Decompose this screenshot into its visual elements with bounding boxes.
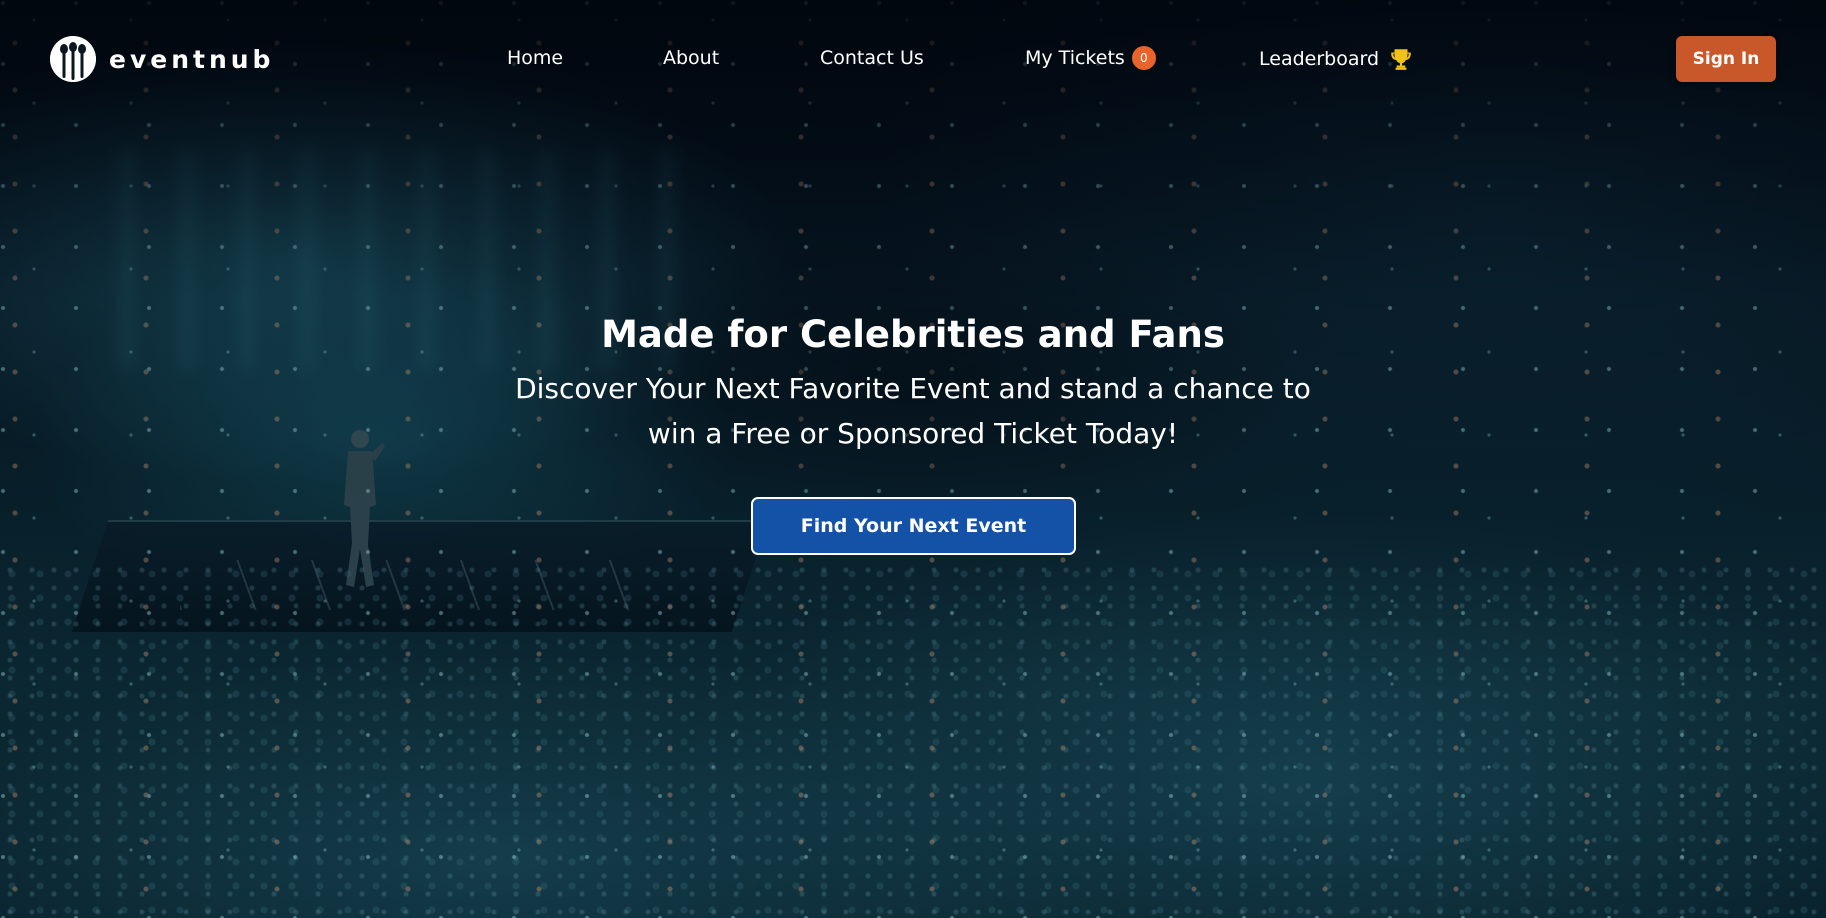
tickets-count-badge: 0 <box>1131 46 1156 70</box>
hero-title: Made for Celebrities and Fans <box>601 313 1225 356</box>
nav-my-tickets-link[interactable]: My Tickets 0 <box>1025 46 1156 70</box>
sign-in-button[interactable]: Sign In <box>1676 36 1776 82</box>
brand-name: eventnub <box>109 44 275 74</box>
hero-background-image <box>0 0 1826 918</box>
find-next-event-button[interactable]: Find Your Next Event <box>751 497 1076 555</box>
brand-logo-link[interactable]: eventnub <box>50 36 274 82</box>
nav-leaderboard-label: Leaderboard <box>1259 48 1380 70</box>
landing-page: eventnub Home About Contact Us My Ticket… <box>0 0 1826 918</box>
hero-subtitle: Discover Your Next Favorite Event and st… <box>515 372 1311 450</box>
top-navigation: eventnub Home About Contact Us My Ticket… <box>0 0 1826 118</box>
nav-my-tickets-label: My Tickets <box>1025 47 1125 69</box>
nav-leaderboard-link[interactable]: Leaderboard <box>1259 46 1414 72</box>
microphones-logo-icon <box>50 36 96 82</box>
trophy-icon <box>1388 46 1414 72</box>
nav-contact-link[interactable]: Contact Us <box>820 46 924 70</box>
nav-about-link[interactable]: About <box>663 46 719 70</box>
background-overlay <box>0 0 1826 918</box>
nav-home-link[interactable]: Home <box>507 46 563 70</box>
